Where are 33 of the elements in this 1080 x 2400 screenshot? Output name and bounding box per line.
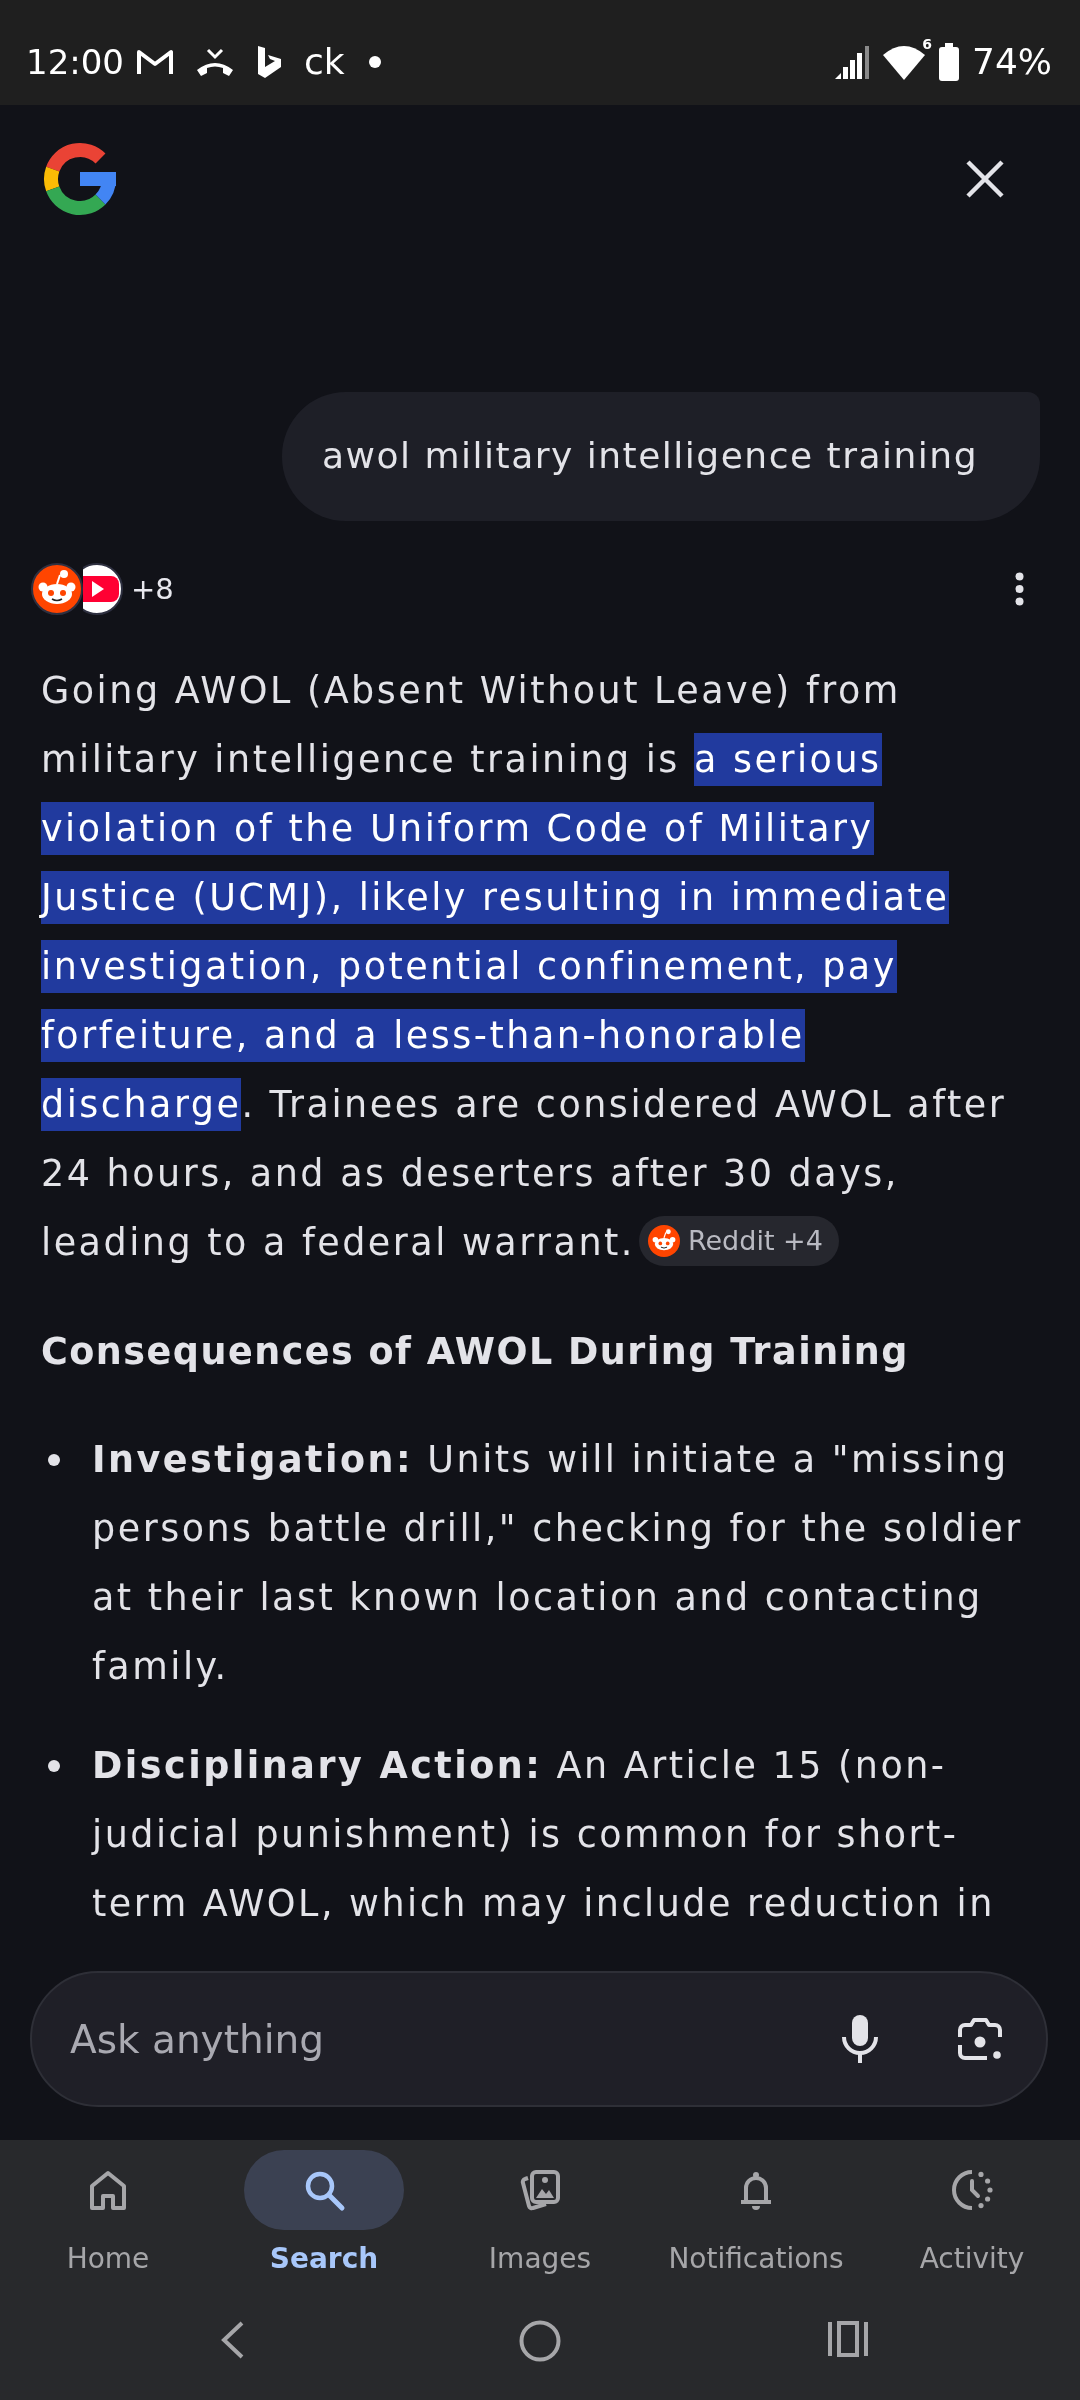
nav-tab[interactable]: Notifications bbox=[648, 2150, 864, 2290]
bullet-text: Investigation: Units will initiate a "missing persons battle drill," checking for the soldier at their last known location and contacting family. bbox=[92, 1437, 1024, 1690]
camera-icon[interactable] bbox=[957, 2017, 1003, 2061]
bullet-text: Disciplinary Action: An Article 15 (non-judicial punishment) is common for short-term AWOL, which may include reduction in bbox=[92, 1743, 996, 1927]
mic-icon[interactable] bbox=[842, 2015, 878, 2063]
close-icon[interactable] bbox=[965, 159, 1005, 199]
more-icon[interactable] bbox=[1015, 572, 1024, 606]
nav-tab[interactable]: Images bbox=[432, 2150, 648, 2290]
bullet-icon bbox=[48, 1454, 60, 1466]
phone-icon bbox=[196, 46, 234, 77]
nav-tab[interactable]: Activity bbox=[864, 2150, 1080, 2290]
play-icon[interactable] bbox=[83, 563, 123, 615]
nav-tab[interactable]: Home bbox=[0, 2150, 216, 2290]
battery-icon bbox=[938, 42, 960, 81]
status-time: 12:00 bbox=[26, 41, 124, 82]
source-chip[interactable]: Reddit +4 bbox=[638, 1215, 839, 1266]
section-heading: Consequences of AWOL During Training bbox=[40, 1329, 910, 1375]
query-bubble: awol military intelligence training bbox=[281, 392, 1040, 521]
mascot-face-icon[interactable] bbox=[31, 563, 83, 615]
wifi-generation-label: 6 bbox=[922, 35, 932, 52]
mail-icon bbox=[136, 47, 174, 76]
dot-icon bbox=[368, 55, 381, 68]
source-count[interactable]: +8 bbox=[131, 572, 174, 606]
notification-text: ck bbox=[304, 41, 345, 82]
bullet-icon bbox=[48, 1760, 60, 1772]
ask-input[interactable]: Ask anything bbox=[70, 2016, 802, 2062]
mascot-face-icon bbox=[647, 1224, 680, 1257]
battery-level-text: 74% bbox=[972, 41, 1052, 82]
signal-icon bbox=[834, 44, 870, 79]
recents-icon[interactable] bbox=[827, 2320, 869, 2358]
b-logo-icon bbox=[256, 44, 282, 79]
home-button-icon[interactable] bbox=[519, 2320, 561, 2362]
nav-tab[interactable]: Search bbox=[216, 2150, 432, 2290]
